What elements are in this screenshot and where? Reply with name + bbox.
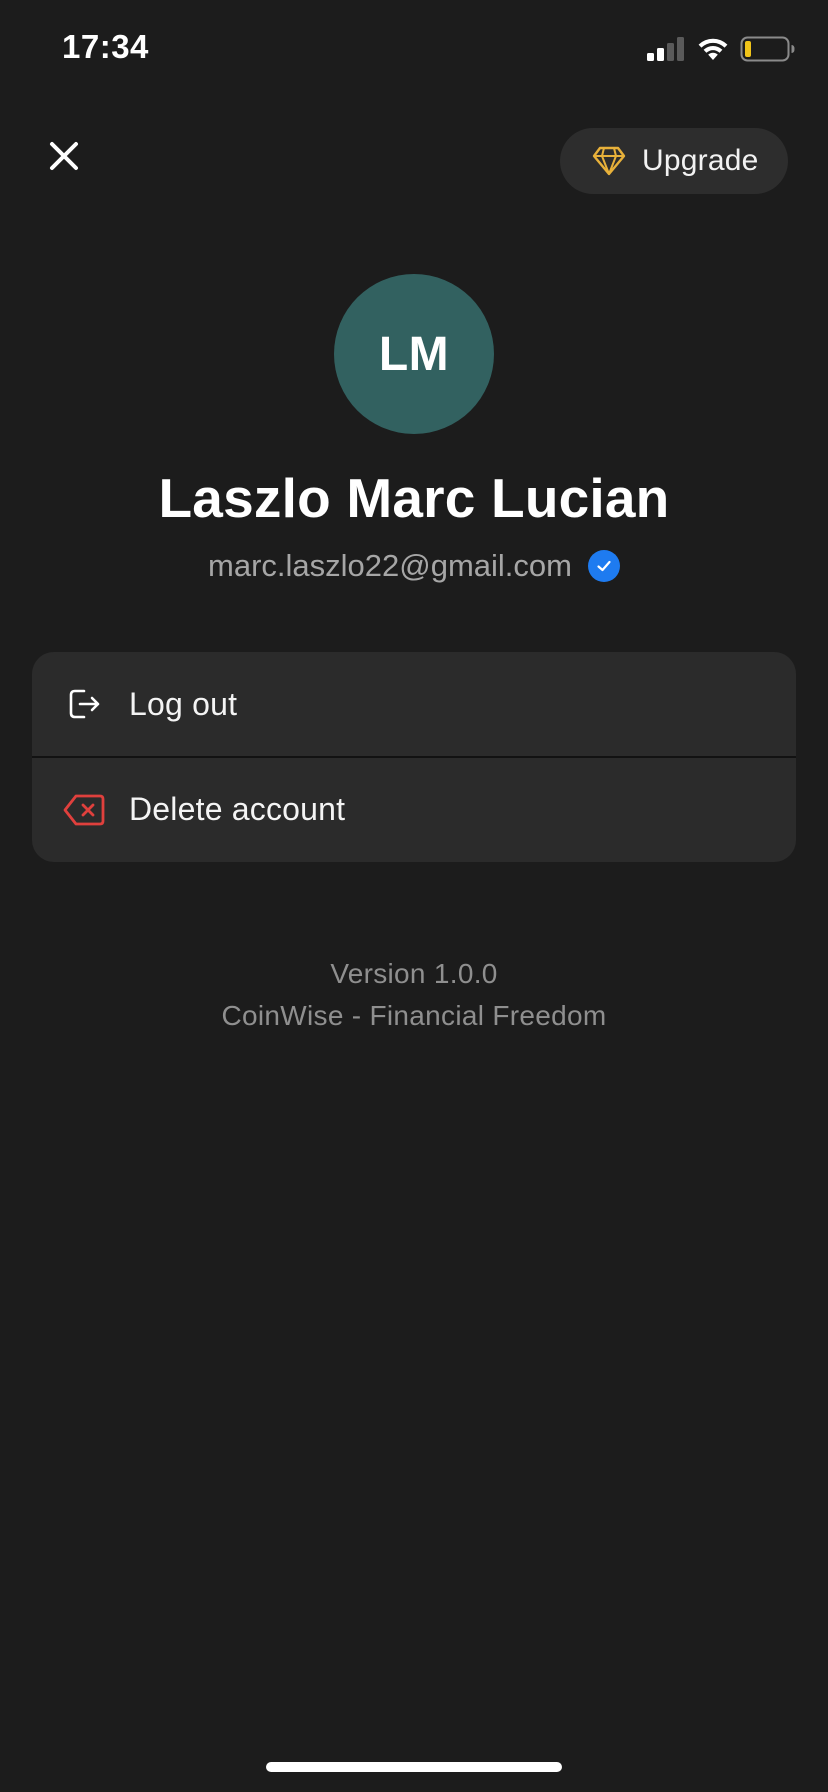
tagline-text: CoinWise - Financial Freedom <box>221 1000 607 1031</box>
profile-name: Laszlo Marc Lucian <box>158 467 670 529</box>
email-row: marc.laszlo22@gmail.com <box>0 548 828 584</box>
status-bar: 17:34 <box>0 0 828 100</box>
upgrade-label: Upgrade <box>642 144 759 177</box>
close-icon <box>48 140 80 177</box>
status-icons <box>646 34 796 64</box>
delete-account-label: Delete account <box>129 791 346 827</box>
logout-button[interactable]: Log out <box>32 652 796 756</box>
account-actions-card: Log out Delete account <box>32 652 796 862</box>
verified-check-icon <box>587 550 620 582</box>
logout-label: Log out <box>129 685 238 722</box>
email-text: marc.laszlo22@gmail.com <box>208 548 572 583</box>
avatar: LM <box>334 274 494 434</box>
diamond-icon <box>592 146 626 176</box>
upgrade-button[interactable]: Upgrade <box>560 128 788 194</box>
logout-icon <box>62 682 106 726</box>
status-time: 17:34 <box>62 28 149 65</box>
delete-account-icon <box>62 788 106 832</box>
close-button[interactable] <box>36 130 92 186</box>
cellular-signal-icon <box>646 36 686 62</box>
battery-icon <box>740 35 796 63</box>
version-text: Version 1.0.0 <box>330 958 498 989</box>
wifi-icon <box>696 36 730 62</box>
delete-account-button[interactable]: Delete account <box>32 757 796 862</box>
home-indicator[interactable] <box>266 1762 562 1772</box>
